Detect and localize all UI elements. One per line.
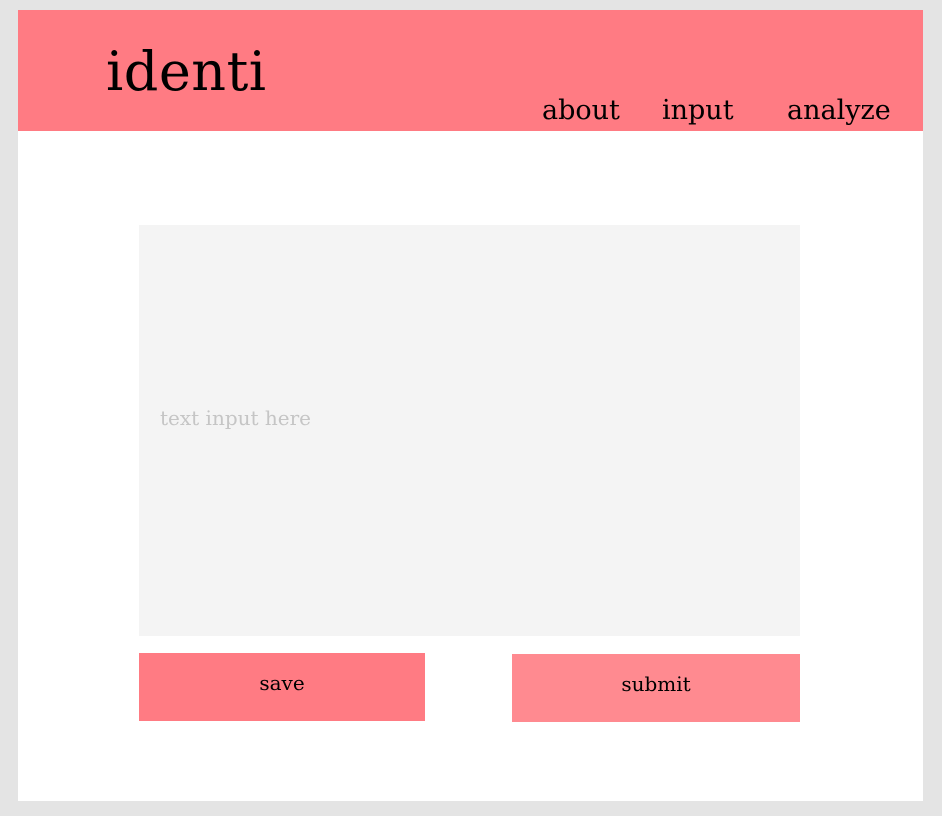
nav-input-link[interactable]: input	[662, 94, 734, 128]
text-input-area[interactable]: text input here	[139, 225, 800, 636]
nav-about-link[interactable]: about	[542, 94, 620, 128]
nav-analyze-link[interactable]: analyze	[787, 94, 891, 128]
save-button[interactable]: save	[139, 653, 425, 721]
submit-button-label: submit	[621, 672, 691, 696]
site-header: identi about input analyze	[18, 10, 923, 131]
save-button-label: save	[259, 671, 305, 695]
text-input-placeholder: text input here	[160, 406, 312, 430]
site-logo[interactable]: identi	[106, 40, 267, 104]
page-frame: identi about input analyze text input he…	[18, 10, 923, 801]
submit-button[interactable]: submit	[512, 654, 800, 722]
